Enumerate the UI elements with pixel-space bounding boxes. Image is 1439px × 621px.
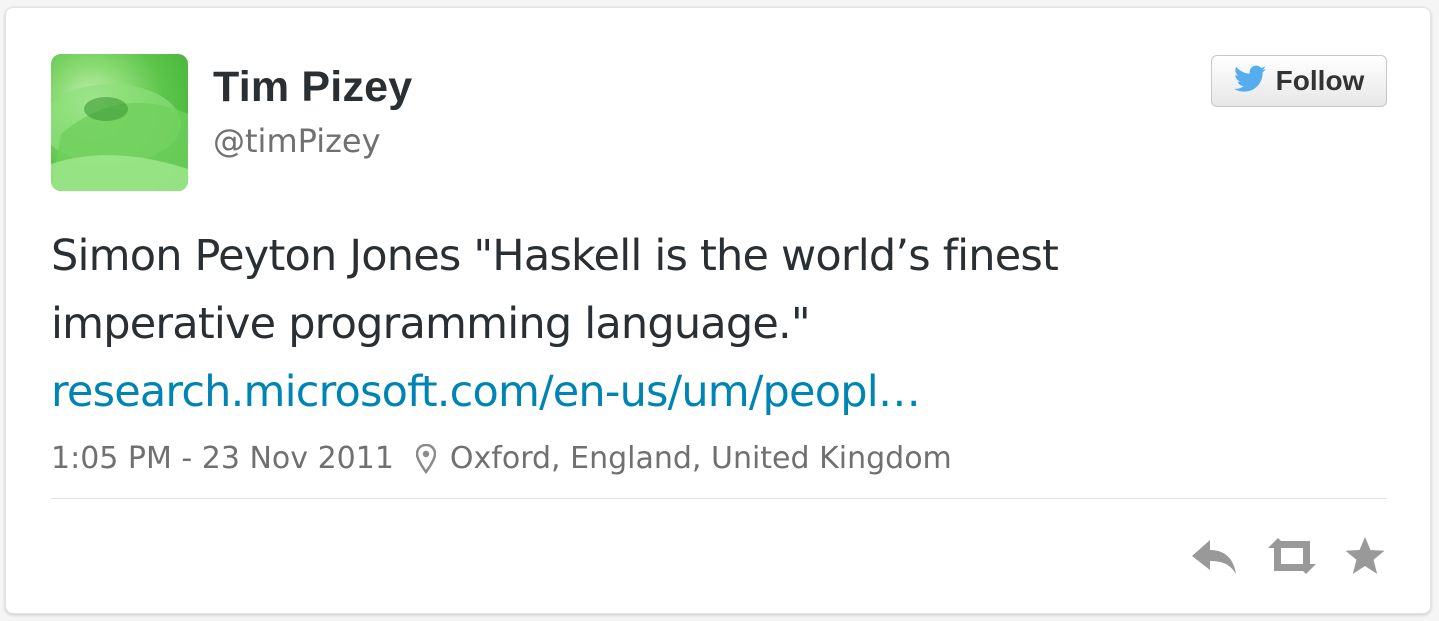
tweet-link[interactable]: research.microsoft.com/en-us/um/peopl… [51,367,921,417]
star-icon[interactable] [1344,536,1386,576]
retweet-icon[interactable] [1264,536,1320,576]
twitter-bird-icon [1233,65,1266,98]
divider [51,498,1387,499]
avatar-image [51,84,188,191]
tweet-meta: 1:05 PM - 23 Nov 2011 Oxford, England, U… [51,441,952,476]
follow-label: Follow [1275,65,1365,96]
timestamp[interactable]: 1:05 PM - 23 Nov 2011 [51,441,394,476]
tweet-text-line-2: imperative programming language." [51,299,811,349]
tweet-text: Simon Peyton Jones "Haskell is the world… [51,222,1251,426]
avatar[interactable] [51,54,188,191]
reply-icon[interactable] [1190,536,1240,576]
tweet-card: Tim Pizey @timPizey Follow Simon Peyton … [5,7,1431,614]
tweet-actions [1190,536,1386,576]
follow-button[interactable]: Follow [1211,55,1387,107]
user-handle[interactable]: @timPizey [213,125,381,157]
display-name[interactable]: Tim Pizey [213,66,412,109]
tweet-text-line-1: Simon Peyton Jones "Haskell is the world… [51,231,1059,281]
location-pin-icon [415,443,436,474]
location[interactable]: Oxford, England, United Kingdom [450,441,952,476]
